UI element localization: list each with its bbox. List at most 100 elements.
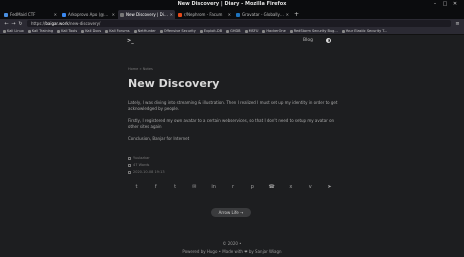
bookmark-label: Offensive Security xyxy=(163,29,196,33)
tab-reddit[interactable]: r/Nephrom - Facum ✕ xyxy=(176,10,233,19)
bookmark-icon xyxy=(289,29,293,33)
document-icon xyxy=(128,163,131,167)
tab-fedmaid[interactable]: FedMaid CTF ✕ xyxy=(2,10,59,19)
twitter-icon[interactable]: t xyxy=(133,184,140,191)
reload-icon[interactable]: ↻ xyxy=(17,21,24,27)
post-paragraph: Firstly, I registered my own avatar to a… xyxy=(128,118,335,129)
next-post-button[interactable]: Arrow Life → xyxy=(211,208,251,217)
close-tab-icon[interactable]: ✕ xyxy=(286,12,289,17)
post-paragraph: Conclusion, Banjar for Internet xyxy=(128,136,190,141)
telegram-icon[interactable]: ➤ xyxy=(326,184,333,191)
bookmark-label: MSFU xyxy=(248,29,259,33)
bookmark-item[interactable]: GHDB xyxy=(226,29,241,33)
bookmark-icon xyxy=(81,29,85,33)
bookmark-label: RedStorm Security Bug... xyxy=(293,29,338,33)
vk-icon[interactable]: v xyxy=(307,184,314,191)
post-word-count: 47 Words xyxy=(128,163,149,167)
maximize-icon[interactable]: □ xyxy=(442,1,448,7)
email-icon[interactable]: ✉ xyxy=(191,184,198,191)
reddit-icon[interactable]: r xyxy=(229,184,236,191)
share-buttons: t f t ✉ in r p ☎ x v ➤ xyxy=(128,184,338,191)
bookmark-icon xyxy=(199,29,203,33)
bookmark-item[interactable]: MSFU xyxy=(244,29,259,33)
tab-gravatar[interactable]: Gravatar - Globally Reco... ✕ xyxy=(234,10,291,19)
window-titlebar: New Discovery | Diary - Mozilla Firefox … xyxy=(0,0,464,9)
calendar-icon xyxy=(128,170,131,174)
bookmark-item[interactable]: Kali Linux xyxy=(3,29,24,33)
whatsapp-icon[interactable]: ☎ xyxy=(268,184,275,191)
bookmark-label: Exploit-DB xyxy=(203,29,223,33)
back-arrow-icon[interactable]: ← xyxy=(3,21,10,27)
tab-new-discovery[interactable]: New Discovery | Diary ✕ xyxy=(118,10,175,19)
bookmark-label: Your Elastic Security T... xyxy=(345,29,388,33)
bookmark-icon xyxy=(244,29,248,33)
bookmarks-bar: Kali Linux Kali Training Kali Tools Kali Do… xyxy=(0,28,464,35)
site-logo[interactable]: >_ xyxy=(127,38,134,44)
facebook-icon[interactable]: f xyxy=(152,184,159,191)
bookmark-label: GHDB xyxy=(230,29,241,33)
close-window-icon[interactable]: ✕ xyxy=(452,1,458,7)
tab-label: New Discovery | Diary xyxy=(126,12,169,17)
new-tab-icon[interactable]: + xyxy=(294,10,299,19)
bookmark-item[interactable]: Exploit-DB xyxy=(199,29,223,33)
close-tab-icon[interactable]: ✕ xyxy=(54,12,57,17)
forward-arrow-icon[interactable]: → xyxy=(10,21,17,27)
bookmark-item[interactable]: NetHunter xyxy=(133,29,156,33)
favicon-icon xyxy=(4,12,8,17)
bookmark-item[interactable]: Kali Training xyxy=(27,29,54,33)
tab-label: FedMaid CTF xyxy=(10,12,36,17)
tab-label: r/Nephrom - Facum xyxy=(184,12,223,17)
bookmark-item[interactable]: Your Elastic Security T... xyxy=(341,29,388,33)
url-host: baigar.work xyxy=(45,21,69,26)
bookmark-icon xyxy=(159,29,163,33)
bookmark-item[interactable]: Offensive Security xyxy=(159,29,196,33)
bookmark-icon xyxy=(27,29,31,33)
bookmark-icon xyxy=(133,29,137,33)
user-icon xyxy=(128,156,131,160)
xing-icon[interactable]: x xyxy=(287,184,294,191)
bookmark-label: Kali Forums xyxy=(109,29,130,33)
bookmark-icon xyxy=(3,29,6,33)
close-tab-icon[interactable]: ✕ xyxy=(228,12,231,17)
reddit-favicon-icon xyxy=(178,12,182,17)
bookmark-icon xyxy=(57,29,61,33)
pinterest-icon[interactable]: p xyxy=(249,184,256,191)
minimize-icon[interactable]: – xyxy=(432,1,438,7)
bookmark-item[interactable]: Kali Forums xyxy=(105,29,130,33)
post-author: Yuulazkar xyxy=(128,156,150,160)
tab-bar: FedMaid CTF ✕ Arkoprovo Apo (@Kaym... ✕ … xyxy=(0,9,464,19)
web-page: >_ Blog Home » Notes New Discovery Latel… xyxy=(0,36,464,257)
bookmark-label: Kali Tools xyxy=(61,29,78,33)
url-bar[interactable]: https://baigar.work/new-discovery/ xyxy=(27,20,451,27)
bookmark-item[interactable]: Kali Docs xyxy=(81,29,101,33)
bookmark-label: Kali Training xyxy=(31,29,54,33)
bookmark-label: Kali Linux xyxy=(7,29,24,33)
window-title: New Discovery | Diary - Mozilla Firefox xyxy=(177,1,287,7)
url-path: /new-discovery/ xyxy=(68,21,101,26)
linkedin-icon[interactable]: in xyxy=(210,184,217,191)
bookmark-label: Kali Docs xyxy=(85,29,102,33)
close-tab-icon[interactable]: ✕ xyxy=(112,12,115,17)
bookmark-item[interactable]: Kali Tools xyxy=(57,29,77,33)
close-tab-icon[interactable]: ✕ xyxy=(170,12,173,17)
word-count: 47 Words xyxy=(133,163,150,167)
gravatar-favicon-icon xyxy=(236,12,240,17)
post-paragraph: Lately, I was diving into streaming & il… xyxy=(128,100,338,111)
post-title: New Discovery xyxy=(128,77,220,90)
menu-icon[interactable]: ≡ xyxy=(454,21,461,27)
tumblr-icon[interactable]: t xyxy=(172,184,179,191)
footer-credits: Powered by Hugo • Made with ❤ by Sanjar … xyxy=(182,249,282,254)
theme-toggle-icon[interactable] xyxy=(326,38,331,43)
bookmark-icon xyxy=(341,29,345,33)
blog-nav-link[interactable]: Blog xyxy=(303,38,313,43)
tab-arkoprovo[interactable]: Arkoprovo Apo (@Kaym... ✕ xyxy=(60,10,117,19)
author-name: Yuulazkar xyxy=(133,156,150,160)
footer-copyright: © 2020 • xyxy=(222,241,242,246)
post-date: 2020-10-08 19:13 xyxy=(128,170,165,174)
bookmark-item[interactable]: RedStorm Security Bug... xyxy=(289,29,338,33)
navigation-bar: ← → ↻ https://baigar.work/new-discovery/… xyxy=(0,19,464,28)
bookmark-item[interactable]: HackerOne xyxy=(262,29,286,33)
url-scheme: https:// xyxy=(31,21,46,26)
breadcrumb[interactable]: Home » Notes xyxy=(128,67,153,71)
date-text: 2020-10-08 19:13 xyxy=(133,170,165,174)
